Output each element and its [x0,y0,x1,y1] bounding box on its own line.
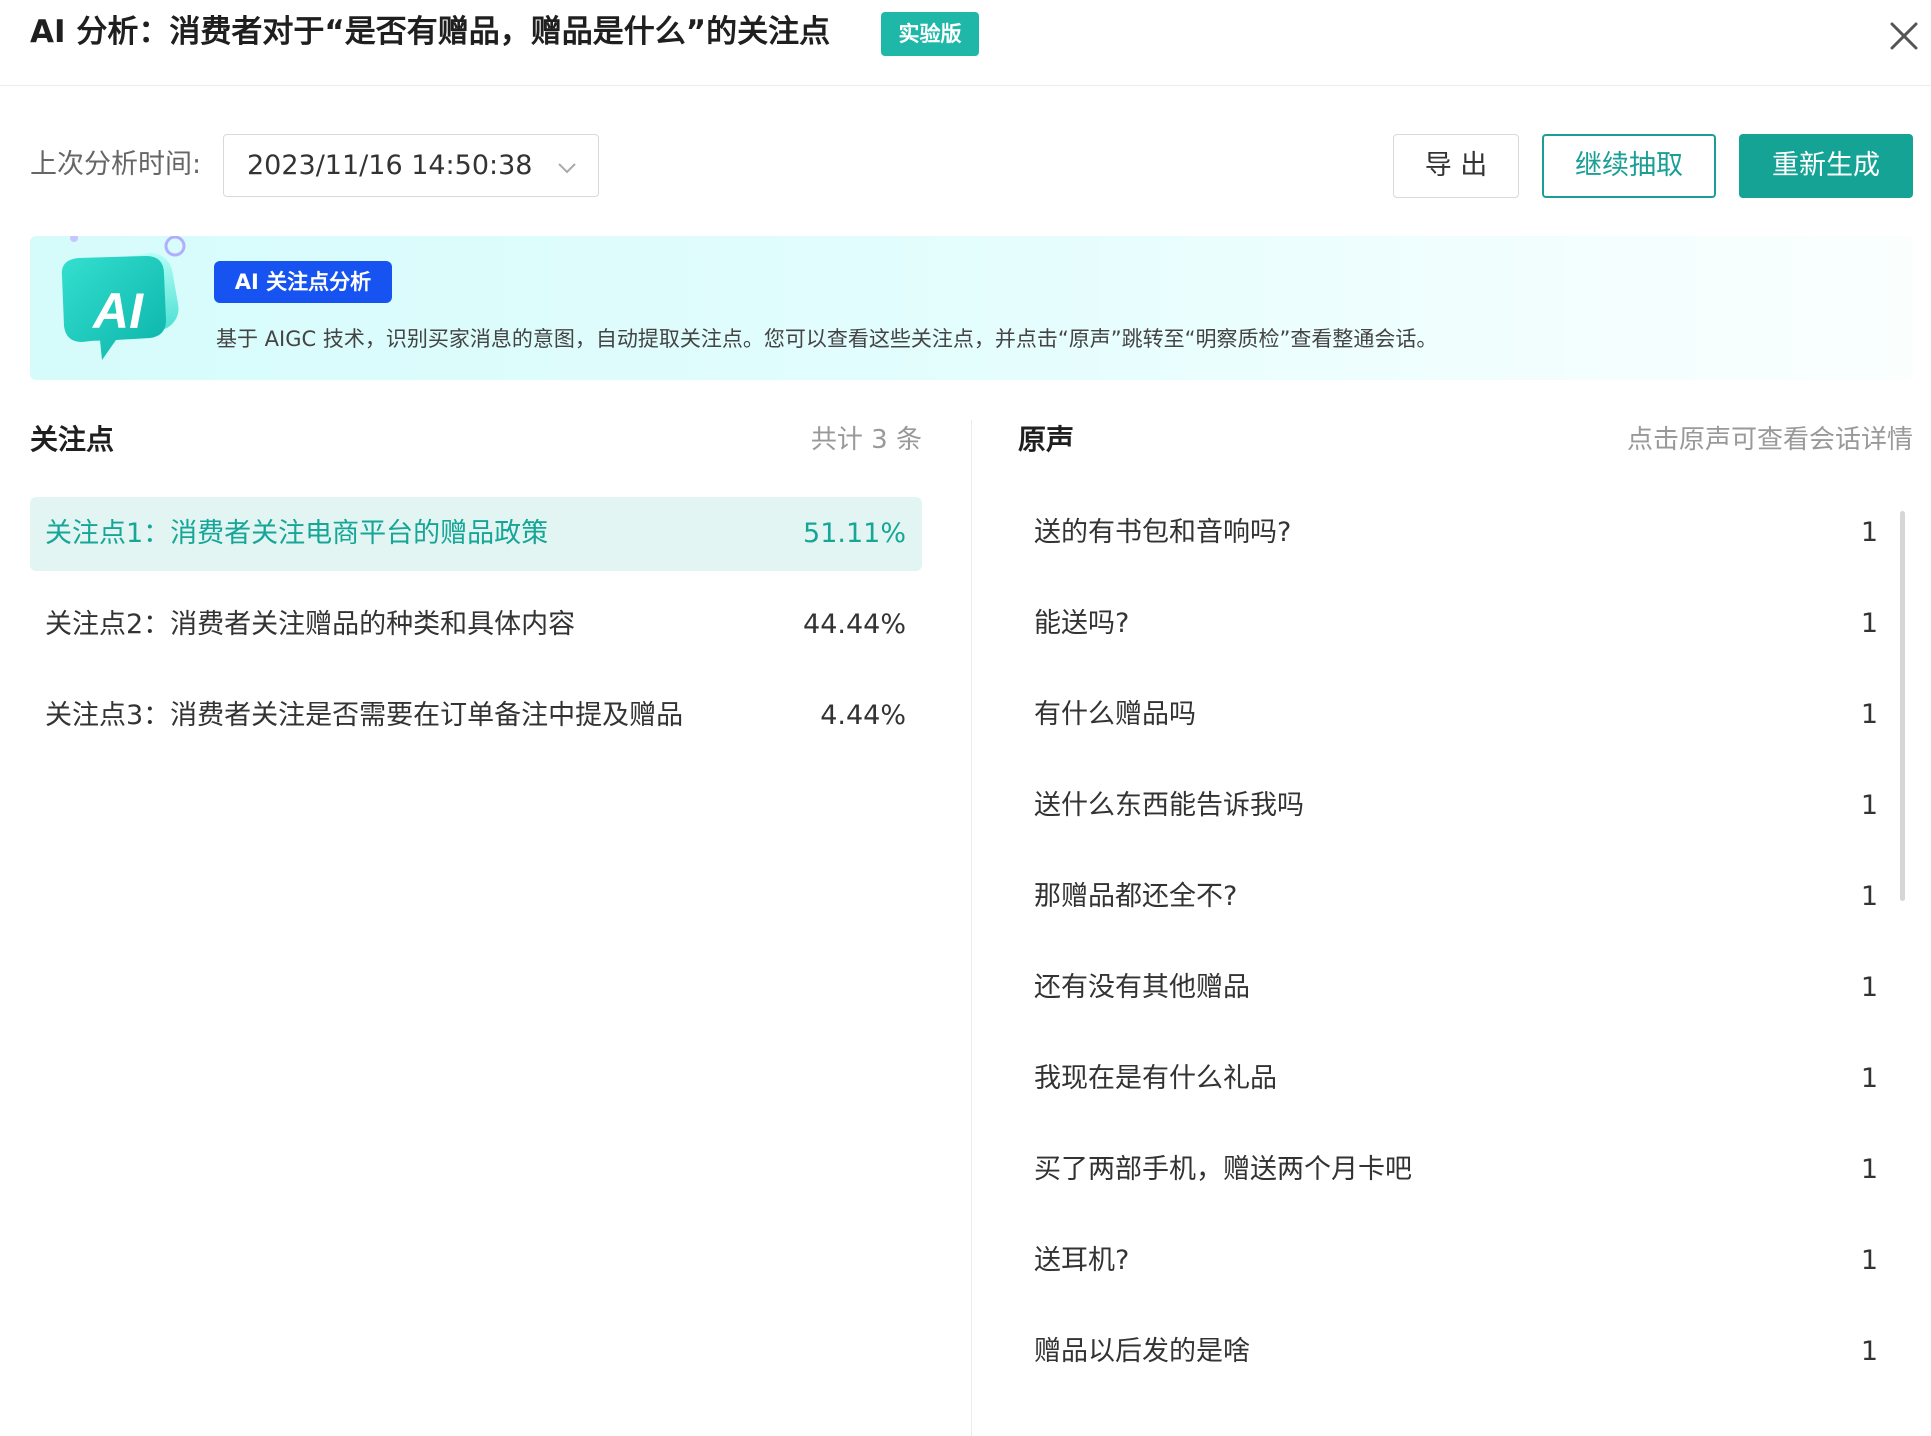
voice-item-count: 1 [1860,1336,1878,1367]
voice-panel-title: 原声 [1018,423,1075,456]
voice-item-count: 1 [1860,517,1878,548]
voice-item-text: 能送吗? [1034,608,1130,639]
voice-item-text: 送什么东西能告诉我吗 [1034,790,1304,821]
close-icon [1890,22,1918,50]
ai-info-banner: AI AI 关注点分析 基于 AIGC 技术，识别买家消息的意图，自动提取关注点… [30,236,1913,380]
voice-item[interactable]: 还有没有其他赠品 1 [1018,950,1878,1041]
voice-item-text: 我现在是有什么礼品 [1034,1063,1277,1094]
focus-list: 关注点1：消费者关注电商平台的赠品政策 51.11% 关注点2：消费者关注赠品的… [30,497,922,770]
voice-item-count: 1 [1860,1245,1878,1276]
regenerate-button[interactable]: 重新生成 [1739,134,1913,198]
voice-item[interactable]: 送什么东西能告诉我吗 1 [1018,768,1878,859]
voice-item-text: 赠品以后发的是啥 [1034,1336,1250,1367]
voice-item-text: 有什么赠品吗 [1034,699,1196,730]
voice-item[interactable]: 有什么赠品吗 1 [1018,677,1878,768]
voice-item-count: 1 [1860,881,1878,912]
focus-item[interactable]: 关注点2：消费者关注赠品的种类和具体内容 44.44% [30,588,922,662]
focus-item-percent: 44.44% [803,609,906,640]
svg-text:AI: AI [91,283,144,339]
ai-analysis-modal: AI 分析：消费者对于“是否有赠品，赠品是什么”的关注点 实验版 上次分析时间:… [0,0,1931,1436]
voice-item-count: 1 [1860,1154,1878,1185]
voice-item-count: 1 [1860,972,1878,1003]
focus-item-percent: 51.11% [803,518,906,549]
focus-item[interactable]: 关注点3：消费者关注是否需要在订单备注中提及赠品 4.44% [30,679,922,753]
focus-item-label: 关注点2：消费者关注赠品的种类和具体内容 [45,609,576,640]
voice-list-scrollbar[interactable] [1900,511,1905,901]
voice-item-text: 买了两部手机，赠送两个月卡吧 [1034,1154,1412,1185]
modal-header: AI 分析：消费者对于“是否有赠品，赠品是什么”的关注点 实验版 [0,0,1931,86]
voice-item-count: 1 [1860,699,1878,730]
voice-item-count: 1 [1860,1063,1878,1094]
close-button[interactable] [1886,18,1922,54]
voice-item[interactable]: 我现在是有什么礼品 1 [1018,1041,1878,1132]
voice-list: 送的有书包和音响吗? 1 能送吗? 1 有什么赠品吗 1 送什么东西能告诉我吗 … [1018,495,1878,1405]
focus-item-label: 关注点1：消费者关注电商平台的赠品政策 [45,518,549,549]
ai-chat-bubble-logo: AI [61,236,186,360]
export-button[interactable]: 导 出 [1393,134,1519,198]
voice-item[interactable]: 买了两部手机，赠送两个月卡吧 1 [1018,1132,1878,1223]
last-analysis-time-label: 上次分析时间: [30,149,202,180]
continue-extract-button[interactable]: 继续抽取 [1542,134,1716,198]
banner-description: 基于 AIGC 技术，识别买家消息的意图，自动提取关注点。您可以查看这些关注点，… [216,327,1438,351]
focus-item-label: 关注点3：消费者关注是否需要在订单备注中提及赠品 [45,700,684,731]
modal-title: AI 分析：消费者对于“是否有赠品，赠品是什么”的关注点 [30,14,831,50]
analysis-time-value: 2023/11/16 14:50:38 [247,150,533,181]
experimental-badge: 实验版 [881,12,979,56]
voice-item[interactable]: 那赠品都还全不? 1 [1018,859,1878,950]
voice-item-count: 1 [1860,608,1878,639]
voice-item-text: 送的有书包和音响吗? [1034,517,1292,548]
voice-panel-hint: 点击原声可查看会话详情 [1626,425,1913,455]
voice-item[interactable]: 赠品以后发的是啥 1 [1018,1314,1878,1405]
voice-item[interactable]: 送耳机? 1 [1018,1223,1878,1314]
voice-item-text: 送耳机? [1034,1245,1130,1276]
analysis-time-select[interactable]: 2023/11/16 14:50:38 [223,134,599,197]
voice-item[interactable]: 送的有书包和音响吗? 1 [1018,495,1878,586]
focus-count: 共计 3 条 [810,425,922,455]
panel-divider [971,420,972,1436]
chevron-down-icon [558,163,576,174]
focus-item-percent: 4.44% [820,700,906,731]
voice-item-text: 那赠品都还全不? [1034,881,1238,912]
voice-item-text: 还有没有其他赠品 [1034,972,1250,1003]
focus-panel-title: 关注点 [30,423,115,456]
voice-item-count: 1 [1860,790,1878,821]
focus-item[interactable]: 关注点1：消费者关注电商平台的赠品政策 51.11% [30,497,922,571]
ai-focus-analysis-tag: AI 关注点分析 [214,261,392,303]
voice-item[interactable]: 能送吗? 1 [1018,586,1878,677]
